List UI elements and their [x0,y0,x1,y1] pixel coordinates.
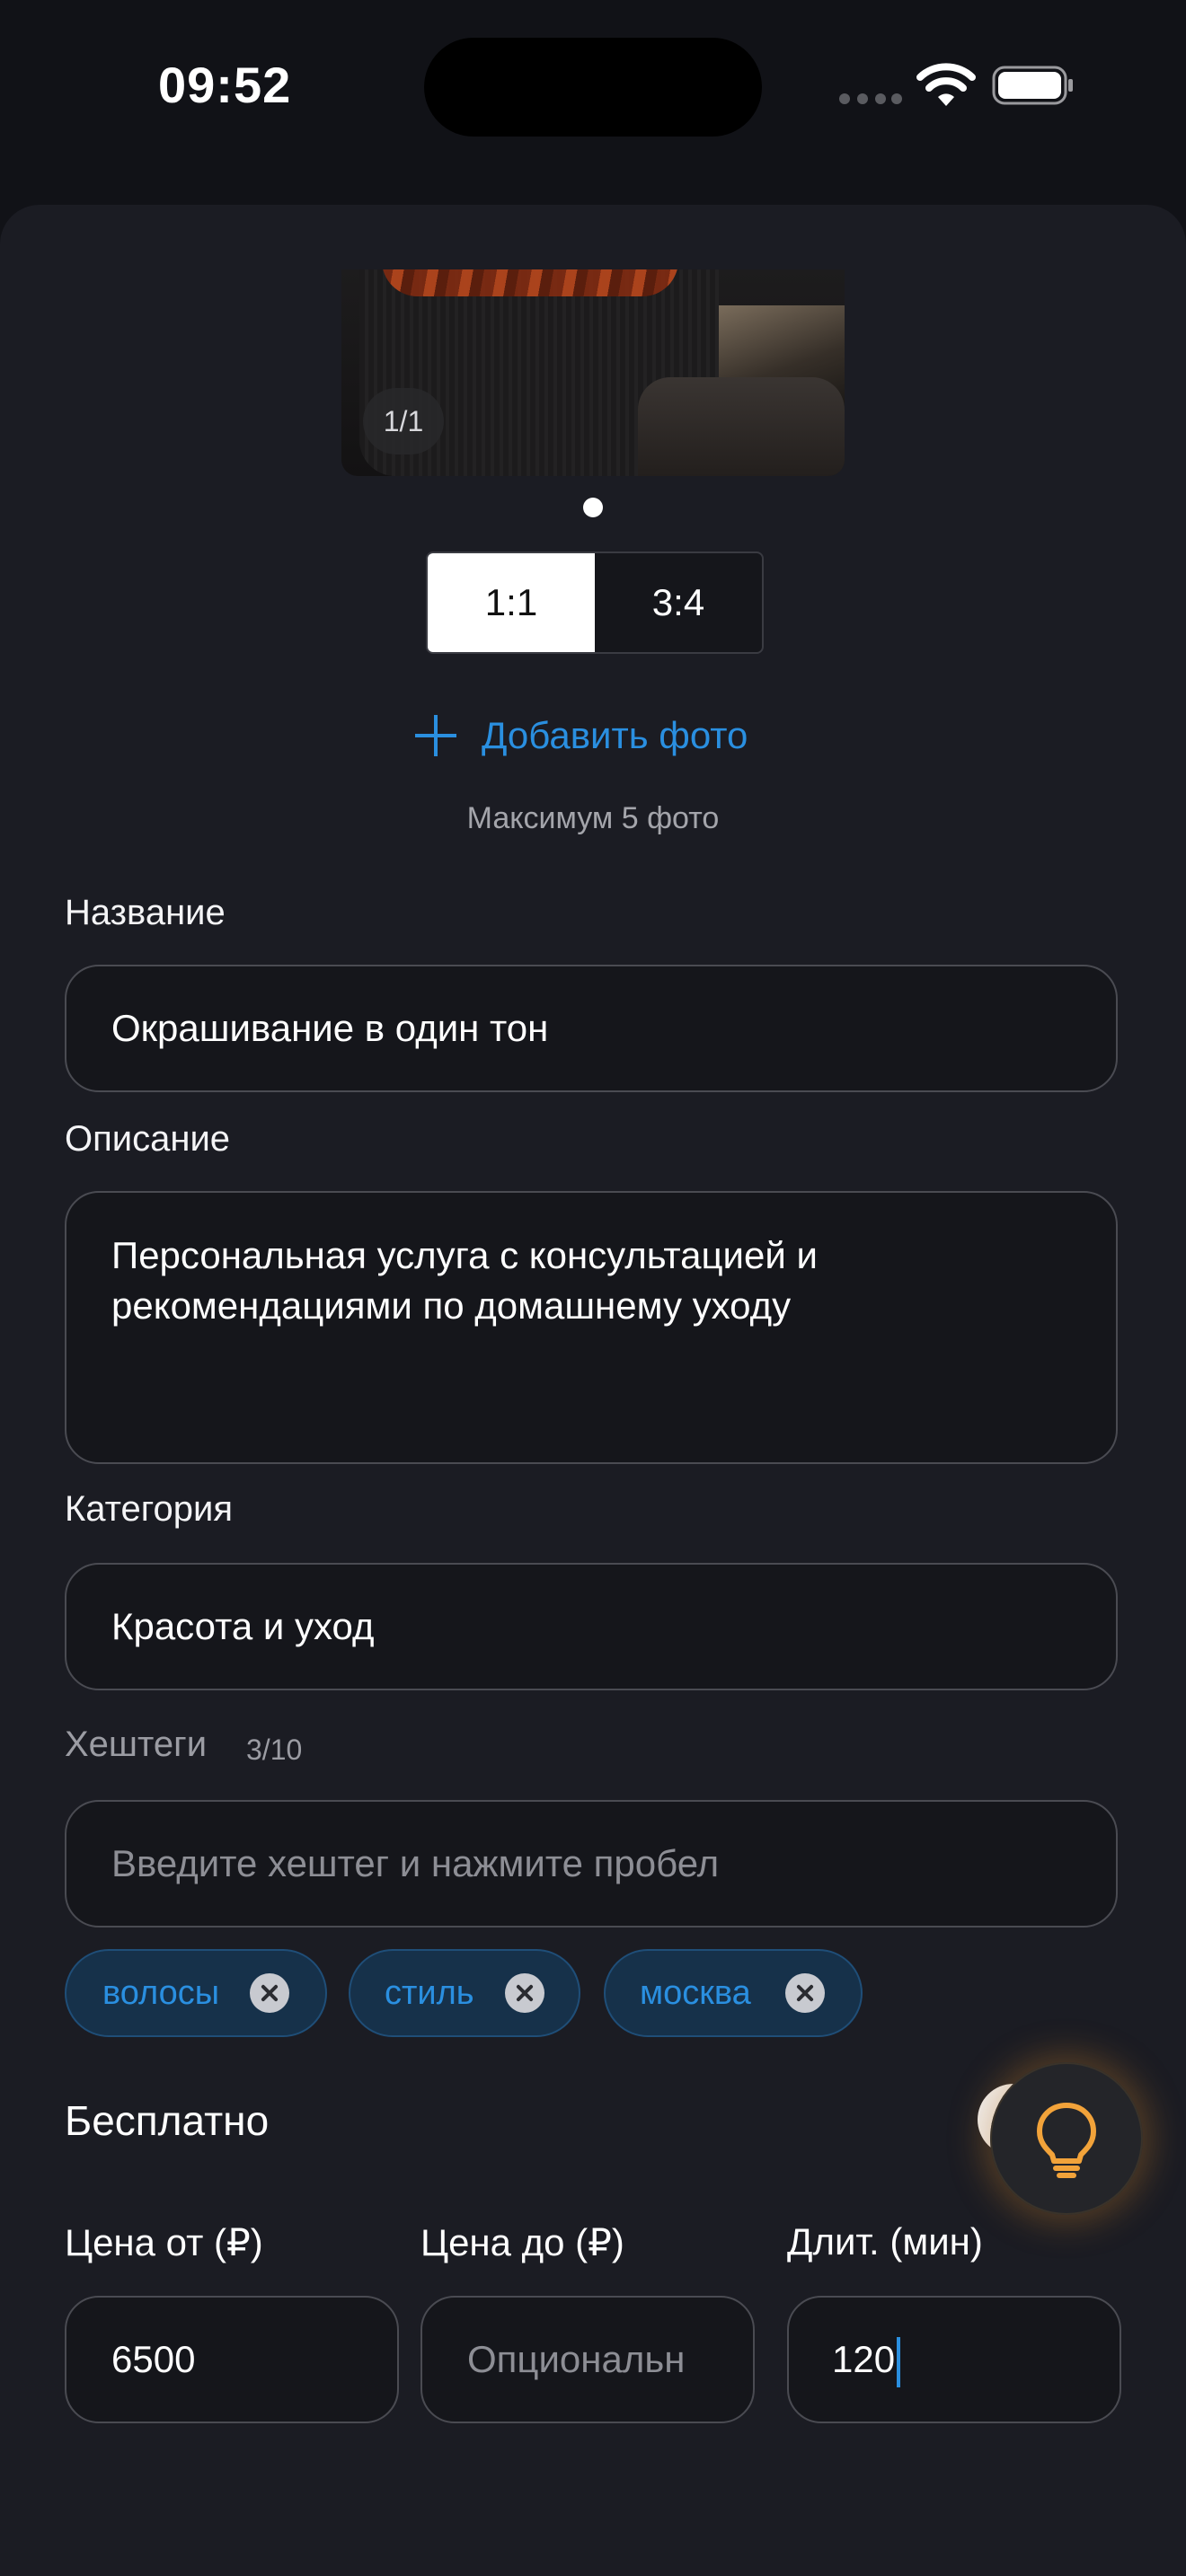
photo-counter-badge: 1/1 [363,388,444,454]
aspect-option-1-1[interactable]: 1:1 [428,553,595,652]
price-from-input[interactable]: 6500 [65,2296,399,2423]
category-value: Красота и уход [111,1605,375,1647]
name-label: Название [65,893,226,932]
photo-chair [638,377,845,476]
tips-fab-button[interactable] [990,2062,1143,2215]
hashtag-placeholder: Введите хештег и нажмите пробел [111,1842,720,1884]
hashtag-chip: москва [604,1949,863,2037]
description-value: Персональная услуга с консультацией и ре… [111,1234,818,1327]
close-icon[interactable] [785,1973,825,2013]
price-from-value: 6500 [111,2338,196,2380]
plus-icon [415,715,456,756]
dynamic-island [424,38,762,137]
signal-icon [839,93,902,104]
aspect-ratio-toggle: 1:1 3:4 [426,551,764,654]
description-label: Описание [65,1119,231,1159]
wifi-icon [916,63,976,106]
aspect-option-3-4[interactable]: 3:4 [595,553,762,652]
category-label: Категория [65,1489,233,1529]
close-icon[interactable] [505,1973,544,2013]
status-bar: 09:52 [0,0,1186,180]
duration-input[interactable]: 120 [787,2296,1121,2423]
description-field[interactable]: Персональная услуга с консультацией и ре… [65,1191,1118,1464]
price-to-placeholder: Опциональн [467,2338,686,2380]
add-photo-button[interactable]: Добавить фото [415,706,748,765]
hashtag-chip: стиль [349,1949,580,2037]
name-value: Окрашивание в один тон [111,1007,549,1049]
hashtag-chip-label: москва [640,1973,751,2012]
close-icon[interactable] [250,1973,289,2013]
hashtags-count: 3/10 [246,1734,303,1766]
duration-label: Длит. (мин) [787,2220,983,2263]
hashtag-chip: волосы [65,1949,327,2037]
add-photo-label: Добавить фото [482,714,748,756]
page-indicator-dot [583,498,603,517]
price-from-label: Цена от (₽) [65,2221,263,2263]
name-field[interactable]: Окрашивание в один тон [65,965,1118,1092]
price-to-input[interactable]: Опциональн [420,2296,755,2423]
category-select[interactable]: Красота и уход [65,1563,1118,1690]
duration-value: 120 [832,2338,896,2380]
status-time: 09:52 [158,57,292,113]
hashtags-label: Хештеги [65,1725,208,1764]
hashtag-input[interactable]: Введите хештег и нажмите пробел [65,1800,1118,1928]
hashtag-chip-label: стиль [385,1973,474,2012]
lightbulb-icon [1037,2103,1096,2178]
free-label: Бесплатно [65,2097,270,2144]
price-to-label: Цена до (₽) [420,2221,624,2263]
hashtag-chip-label: волосы [102,1973,220,2012]
max-photo-hint: Максимум 5 фото [466,801,720,835]
text-caret [897,2336,901,2387]
battery-icon [992,66,1073,105]
photo-hair [382,269,678,296]
